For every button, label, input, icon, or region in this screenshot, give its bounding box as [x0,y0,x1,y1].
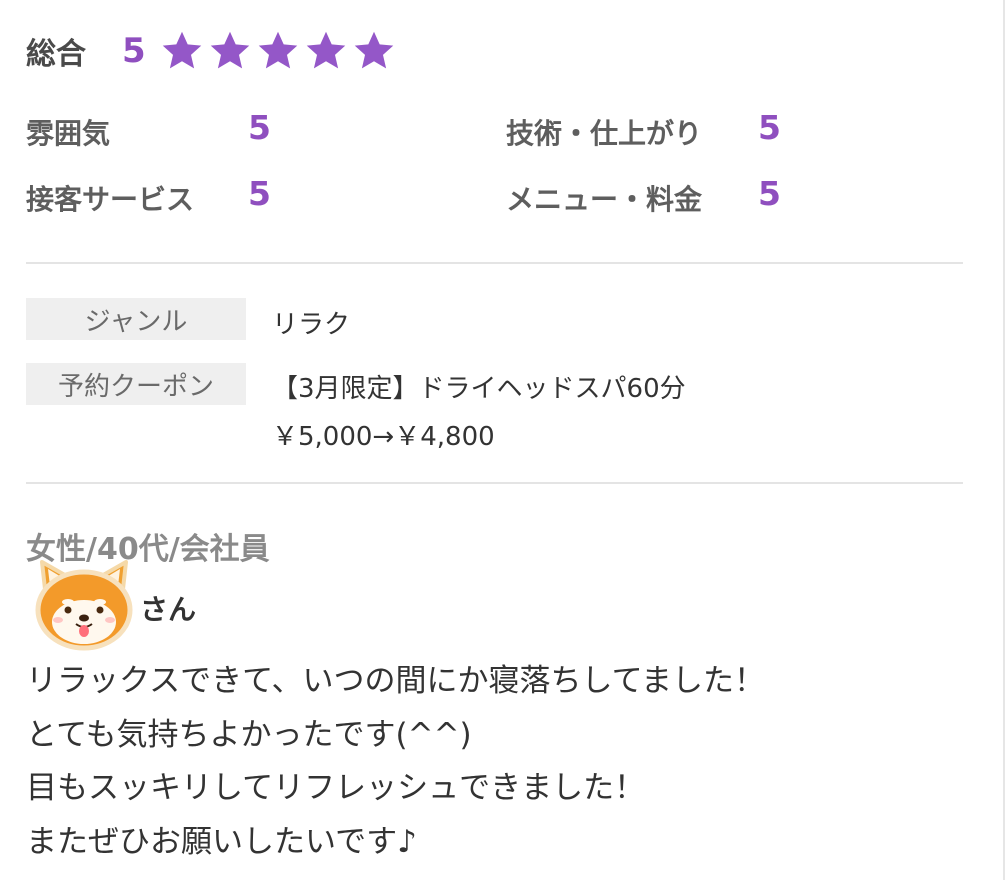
coupon-name[interactable]: 【3月限定】ドライヘッドスパ60分 [272,368,686,405]
star-icon [162,31,201,69]
genre-value: リラク [272,310,351,340]
star-icon [354,31,393,69]
coupon-price: ￥5,000→￥4,800 [272,422,495,452]
review-card: 総合 5 雰囲気 5 技術・仕上がり 5 接客サービス 5 メニュー・料金 5 … [0,0,1005,880]
divider [26,262,963,264]
star-icon [258,31,297,69]
technique-value: 5 [758,108,781,147]
overall-rating: 総合 5 [26,28,396,74]
review-text-line: またぜひお願いしたいです♪ [26,824,417,860]
atmosphere-label: 雰囲気 [26,117,111,150]
service-value: 5 [248,174,271,213]
reviewer-nickname: さん [140,593,197,626]
review-text-line: 目もスッキリしてリフレッシュできました！ [26,770,646,806]
overall-value: 5 [122,31,146,71]
review-text-line: リラックスできて、いつの間にか寝落ちしてました！ [26,663,766,699]
technique-label: 技術・仕上がり [506,117,703,150]
menu-price-label: メニュー・料金 [506,183,703,216]
atmosphere-value: 5 [248,108,271,147]
divider [26,482,963,484]
overall-label: 総合 [26,37,86,72]
star-icon [210,31,249,69]
service-label: 接客サービス [26,183,195,216]
genre-label: ジャンル [26,298,246,340]
shiba-dog-avatar-icon [35,560,133,651]
coupon-label: 予約クーポン [26,363,246,405]
review-text-line: とても気持ちよかったです(^^) [26,717,472,753]
menu-price-value: 5 [758,174,781,213]
star-icon [306,31,345,69]
star-rating [160,29,396,73]
